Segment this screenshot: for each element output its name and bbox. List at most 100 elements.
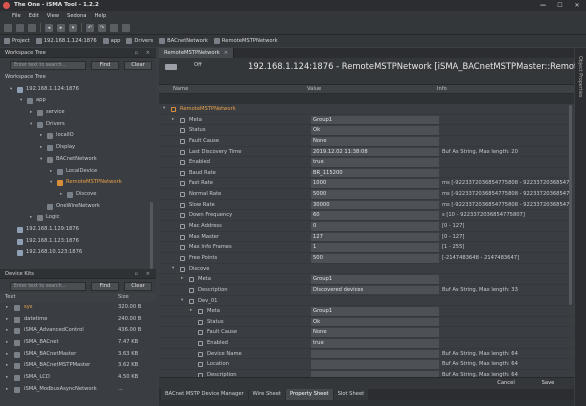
list-item[interactable]: ▸ iSMA_BACnetMaster 3.63 KB (0, 349, 156, 361)
list-item[interactable]: ▸ iSMA_BACnet 7.47 KB (0, 337, 156, 349)
tree-expander-icon[interactable]: ▾ (50, 177, 56, 189)
list-item[interactable]: ▸ datetime 240.00 B (0, 314, 156, 326)
property-value[interactable]: 2019.12.02 11:38:08 (311, 147, 439, 157)
list-item[interactable]: ▸ sys 320.00 B (0, 302, 156, 314)
list-item[interactable]: ▸ iSMA_BACnetMSTPMaster 3.62 KB (0, 360, 156, 372)
property-value[interactable]: Discovered devices (311, 285, 439, 295)
menu-item-view[interactable]: View (47, 11, 59, 21)
menu-item-edit[interactable]: Edit (29, 11, 39, 21)
table-row[interactable]: Mac Address 0 [0 - 127] (159, 221, 574, 232)
grid-scrollbar[interactable] (569, 105, 572, 305)
property-value[interactable]: 30000 (311, 200, 439, 210)
list-item[interactable]: ▸ iSMA_ModbusAsyncNetwork... (0, 384, 156, 396)
close-button[interactable]: ✕ (570, 1, 584, 10)
undo-icon[interactable]: ↶ (86, 23, 94, 32)
tree-expander-icon[interactable]: ▸ (6, 325, 12, 337)
devicekits-search-input[interactable]: Enter text to search... (10, 281, 86, 291)
tree-item[interactable]: OneWireNetwork (0, 201, 156, 213)
table-row[interactable]: Max Master 127 [0 - 127] (159, 232, 574, 243)
tree-expander-icon[interactable]: ▸ (30, 212, 36, 224)
table-row[interactable]: ▾ RemoteMSTPNetwork (159, 104, 574, 115)
workspace-find-button[interactable]: Find (91, 60, 119, 70)
property-value[interactable]: 1000 (311, 179, 439, 189)
table-row[interactable]: ▸ Meta Group1 (159, 115, 574, 126)
view-tab[interactable]: Property Sheet (285, 389, 333, 400)
pane-controls-icon[interactable]: ▫ × (134, 48, 153, 58)
tab-remote-mstp-network[interactable]: RemoteMSTPNetwork × (159, 48, 235, 58)
table-row[interactable]: Max Info Frames 1 [1 - 255] (159, 242, 574, 253)
table-row[interactable]: ▸ Meta Group1 (159, 306, 574, 317)
row-expander-icon[interactable]: ▸ (190, 306, 192, 317)
table-row[interactable]: Description Discovered devices Buf As Stri… (159, 285, 574, 296)
table-row[interactable]: Last Discovery Time 2019.12.02 11:38:08 Bu… (159, 147, 574, 158)
property-value[interactable]: Ok (311, 317, 439, 327)
tree-item[interactable]: 192.168.1.123:1876 (0, 236, 156, 248)
tree-expander-icon[interactable]: ▸ (6, 302, 12, 314)
tree-item[interactable]: ▸ Display (0, 142, 156, 154)
tree-item[interactable]: 192.168.1.129:1876 (0, 224, 156, 236)
tree-item[interactable]: ▸ service (0, 107, 156, 119)
back-icon[interactable]: ◂ (45, 23, 53, 32)
tree-item[interactable]: ▸ LocalDevice (0, 166, 156, 178)
breadcrumb-item[interactable]: Drivers (126, 38, 153, 44)
close-tab-icon[interactable]: × (224, 50, 228, 56)
table-row[interactable]: Enabled true (159, 157, 574, 168)
row-expander-icon[interactable]: ▸ (172, 115, 174, 126)
menu-item-file[interactable]: File (12, 11, 21, 21)
column-header-text[interactable]: Text (0, 293, 118, 302)
tree-item[interactable]: ▸ localIO (0, 130, 156, 142)
tree-item[interactable]: ▾ app (0, 95, 156, 107)
tree-expander-icon[interactable]: ▸ (6, 372, 12, 384)
workspace-clear-button[interactable]: Clear (124, 60, 152, 70)
property-value[interactable]: 1 (311, 243, 439, 252)
table-row[interactable]: Fault Cause None (159, 136, 574, 147)
table-row[interactable]: Baud Rate BR_115200 (159, 168, 574, 179)
row-expander-icon[interactable]: ▾ (172, 264, 174, 275)
pane-controls-icon[interactable]: ▫ × (134, 269, 153, 279)
save-icon[interactable] (28, 23, 36, 32)
table-row[interactable]: Enabled true (159, 338, 574, 349)
table-row[interactable]: ▸ Meta Group1 (159, 274, 574, 285)
forward-icon[interactable]: ▸ (57, 23, 65, 32)
property-value[interactable]: 0 (311, 222, 439, 231)
view-tab[interactable]: Slot Sheet (333, 389, 369, 400)
maximize-button[interactable]: ☐ (553, 1, 567, 10)
column-header-size[interactable]: Size (118, 293, 154, 302)
table-row[interactable]: ▾ Discove (159, 264, 574, 275)
object-properties-tab[interactable]: Object Properties (577, 56, 582, 97)
column-header-value[interactable]: Value (303, 85, 433, 93)
redo-icon[interactable]: ↷ (98, 23, 106, 32)
devicekits-find-button[interactable]: Find (91, 281, 119, 291)
property-value[interactable]: Group1 (311, 275, 439, 284)
table-row[interactable]: Status Ok (159, 125, 574, 136)
breadcrumb-item[interactable]: RemoteMSTPNetwork (213, 38, 278, 44)
tree-item[interactable]: ▸ Discove (0, 189, 156, 201)
view-tab[interactable]: Wire Sheet (248, 389, 285, 400)
table-row[interactable]: Fault Cause None (159, 327, 574, 339)
menu-item-sedona[interactable]: Sedona (67, 11, 86, 21)
table-row[interactable]: ▾ Dev_01 (159, 296, 574, 307)
tree-expander-icon[interactable]: ▾ (40, 154, 46, 166)
table-row[interactable]: Slow Rate 30000 ms [-9223372036854775808 -… (159, 200, 574, 211)
property-value[interactable]: BR_115200 (311, 168, 439, 178)
breadcrumb-item[interactable]: Project (4, 38, 30, 44)
list-item[interactable]: ▸ iSMA_AdvancedControl 436.00 B (0, 325, 156, 337)
property-value[interactable]: Group1 (311, 115, 439, 125)
column-header-name[interactable]: Name (159, 85, 303, 93)
save-button[interactable]: Save (528, 379, 568, 388)
workspace-search-input[interactable]: Enter text to search... (10, 60, 86, 70)
settings-icon[interactable] (122, 23, 130, 32)
breadcrumb-item[interactable]: 192.168.1.124:1876 (35, 38, 97, 44)
property-value[interactable]: Ok (311, 126, 439, 135)
tree-item[interactable]: 192.168.10.123:1876 (0, 247, 156, 259)
property-value[interactable]: None (311, 328, 439, 338)
view-tab[interactable]: BACnet MSTP Device Manager (161, 389, 248, 400)
property-value[interactable]: None (311, 136, 439, 146)
tree-expander-icon[interactable]: ▸ (6, 314, 12, 326)
row-expander-icon[interactable]: ▾ (181, 296, 183, 307)
tree-item[interactable]: ▾ 192.168.1.124:1876 (0, 84, 156, 96)
property-value[interactable]: Group1 (311, 307, 439, 316)
property-value[interactable]: 5000 (311, 190, 439, 199)
table-row[interactable]: Status Ok (159, 317, 574, 328)
minimize-button[interactable]: — (536, 1, 550, 10)
